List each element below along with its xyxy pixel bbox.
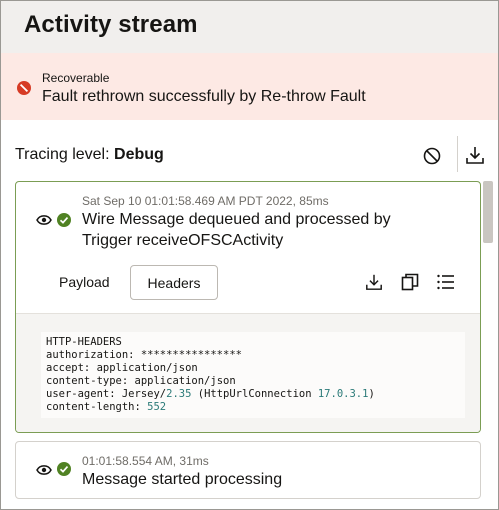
tracing-level: Tracing level: Debug xyxy=(15,146,164,164)
tab-headers[interactable]: Headers xyxy=(130,265,218,300)
eye-icon[interactable] xyxy=(36,214,52,226)
success-check-icon xyxy=(57,462,71,476)
activity-timestamp: 01:01:58.554 AM, 31ms xyxy=(82,454,209,468)
clear-button[interactable] xyxy=(418,142,446,170)
code-line: content-type: application/json xyxy=(46,375,236,387)
code-heading: HTTP-HEADERS xyxy=(46,336,122,348)
success-check-icon xyxy=(57,213,71,227)
page-title: Activity stream xyxy=(24,11,198,38)
panel-header: Activity stream xyxy=(1,1,498,53)
toolbar-divider xyxy=(457,136,458,172)
tracing-level-value: Debug xyxy=(114,146,164,163)
download-all-button[interactable] xyxy=(461,141,489,169)
list-icon xyxy=(437,274,454,290)
headers-panel: HTTP-HEADERS authorization: ************… xyxy=(16,313,480,432)
tab-payload[interactable]: Payload xyxy=(59,274,110,290)
headers-code: HTTP-HEADERS authorization: ************… xyxy=(46,336,375,414)
block-icon xyxy=(423,147,441,165)
activity-title: Wire Message dequeued and processed by T… xyxy=(82,209,391,251)
activity-title-line: Trigger receiveOFSCActivity xyxy=(82,232,284,249)
activity-stream-panel: Activity stream Recoverable Fault rethro… xyxy=(0,0,499,510)
list-view-button[interactable] xyxy=(432,268,460,296)
banner-severity: Recoverable xyxy=(42,71,110,85)
eye-icon[interactable] xyxy=(36,464,52,476)
activity-title: Message started processing xyxy=(82,471,283,488)
tracing-level-label: Tracing level: xyxy=(15,146,110,163)
download-button[interactable] xyxy=(360,268,388,296)
activity-timestamp: Sat Sep 10 01:01:58.469 AM PDT 2022, 85m… xyxy=(82,194,329,208)
download-icon xyxy=(466,147,484,164)
activity-title-line: Wire Message dequeued and processed by xyxy=(82,211,391,228)
error-banner: Recoverable Fault rethrown successfully … xyxy=(1,53,498,120)
code-line: accept: application/json xyxy=(46,362,198,374)
error-icon xyxy=(17,81,31,95)
code-line: authorization: **************** xyxy=(46,349,242,361)
activity-card[interactable]: 01:01:58.554 AM, 31ms Message started pr… xyxy=(15,441,481,499)
scrollbar-thumb[interactable] xyxy=(483,181,493,243)
code-line: content-length: 552 xyxy=(46,401,167,413)
download-icon xyxy=(366,274,382,290)
copy-button[interactable] xyxy=(396,268,424,296)
activity-card[interactable]: Sat Sep 10 01:01:58.469 AM PDT 2022, 85m… xyxy=(15,181,481,433)
banner-message: Fault rethrown successfully by Re-throw … xyxy=(42,88,366,105)
copy-icon xyxy=(401,273,419,291)
code-line: user-agent: Jersey/2.35 (HttpUrlConnecti… xyxy=(46,388,375,400)
